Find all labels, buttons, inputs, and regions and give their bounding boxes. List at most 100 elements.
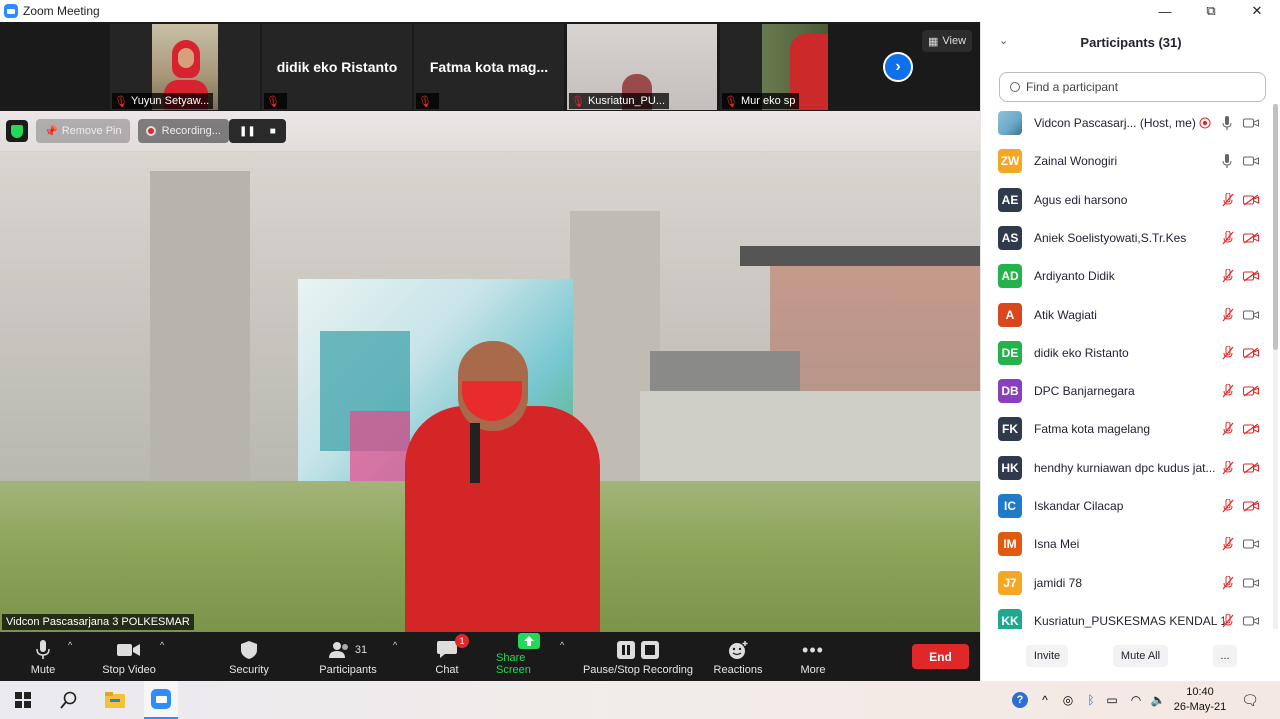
minimize-button[interactable]: — <box>1142 0 1188 22</box>
microphone-muted-icon[interactable] <box>1222 613 1234 628</box>
video-off-icon[interactable] <box>1243 500 1259 512</box>
participant-row[interactable]: AS Aniek Soelistyowati,S.Tr.Kes <box>981 219 1271 257</box>
participants-options-caret[interactable]: ^ <box>393 640 397 650</box>
help-icon[interactable]: ? <box>1010 681 1030 719</box>
video-camera-icon[interactable] <box>1243 538 1259 550</box>
video-off-icon[interactable] <box>1243 385 1259 397</box>
pause-icon[interactable]: ❚❚ <box>239 126 256 137</box>
participant-list-scrollbar[interactable] <box>1273 104 1278 629</box>
panel-more-button[interactable]: ... <box>1213 645 1237 667</box>
security-button[interactable]: Security <box>226 632 272 681</box>
mic-off-icon: 🎙 <box>571 95 585 108</box>
view-button[interactable]: ▦ View <box>922 30 973 52</box>
participant-row[interactable]: Vidcon Pascasarj... (Host, me) <box>981 104 1271 142</box>
microphone-muted-icon[interactable] <box>1222 460 1234 475</box>
participant-row[interactable]: J7 jamidi 78 <box>981 564 1271 602</box>
pin-icon: 📌 <box>44 125 58 138</box>
participant-row[interactable]: ZW Zainal Wonogiri <box>981 142 1271 180</box>
thumbnail-label: 🎙 <box>416 93 439 109</box>
invite-button[interactable]: Invite <box>1026 645 1068 667</box>
participant-name: DPC Banjarnegara <box>1034 384 1135 399</box>
reactions-button[interactable]: Reactions <box>712 632 764 681</box>
mute-button[interactable]: Mute <box>22 632 64 681</box>
video-camera-icon[interactable] <box>1243 615 1259 627</box>
stop-icon[interactable]: ■ <box>270 126 276 137</box>
video-camera-icon[interactable] <box>1243 577 1259 589</box>
microphone-muted-icon[interactable] <box>1222 575 1234 590</box>
share-options-caret[interactable]: ^ <box>560 640 564 650</box>
bluetooth-icon[interactable]: ᛒ <box>1082 681 1100 719</box>
participant-row[interactable]: IM Isna Mei <box>981 525 1271 563</box>
microphone-muted-icon[interactable] <box>1222 422 1234 436</box>
participant-row[interactable]: DE didik eko Ristanto <box>981 334 1271 372</box>
mute-all-button[interactable]: Mute All <box>1113 645 1168 667</box>
participant-list: Vidcon Pascasarj... (Host, me) ZW Zainal W… <box>981 104 1271 629</box>
wifi-icon[interactable]: ◠ <box>1126 681 1146 719</box>
pause-stop-icon <box>617 639 659 661</box>
microphone-icon[interactable] <box>1222 116 1232 130</box>
participant-row[interactable]: FK Fatma kota magelang <box>981 410 1271 448</box>
participant-row[interactable]: DB DPC Banjarnegara <box>981 372 1271 410</box>
chevron-right-icon: › <box>895 58 901 75</box>
file-explorer-icon[interactable] <box>102 681 128 719</box>
video-camera-icon[interactable] <box>1243 117 1259 129</box>
zoom-taskbar-icon[interactable] <box>144 681 178 719</box>
end-meeting-button[interactable]: End <box>912 644 969 669</box>
microphone-muted-icon[interactable] <box>1222 307 1234 322</box>
notification-icon[interactable]: 🗨 <box>1238 681 1262 719</box>
close-button[interactable]: ✕ <box>1234 0 1280 22</box>
next-page-button[interactable]: › <box>883 52 913 82</box>
thumbnail-tile[interactable]: didik eko Ristanto 🎙 <box>262 24 412 110</box>
video-off-icon[interactable] <box>1243 194 1259 206</box>
thumbnail-tile[interactable]: Fatma kota mag... 🎙 <box>414 24 564 110</box>
volume-icon[interactable]: 🔈 <box>1148 681 1168 719</box>
avatar: ZW <box>998 149 1022 174</box>
search-icon[interactable] <box>56 681 82 719</box>
microphone-icon[interactable] <box>1222 154 1232 169</box>
restore-button[interactable]: ⧉ <box>1188 0 1234 22</box>
microphone-muted-icon[interactable] <box>1222 384 1234 398</box>
remove-pin-button[interactable]: 📌 Remove Pin <box>36 119 130 143</box>
participant-row[interactable]: A Atik Wagiati <box>981 296 1271 334</box>
participant-row[interactable]: AE Agus edi harsono <box>981 181 1271 219</box>
windows-start-icon[interactable] <box>10 681 36 719</box>
shield-icon <box>241 639 257 661</box>
microphone-muted-icon[interactable] <box>1222 269 1234 283</box>
stop-video-button[interactable]: Stop Video <box>98 632 160 681</box>
video-off-icon[interactable] <box>1243 270 1259 282</box>
microphone-muted-icon[interactable] <box>1222 230 1234 245</box>
video-off-icon[interactable] <box>1243 423 1259 435</box>
microphone-muted-icon[interactable] <box>1222 537 1234 551</box>
video-camera-icon[interactable] <box>1243 155 1259 167</box>
share-screen-button[interactable]: Share Screen <box>496 632 562 681</box>
pause-stop-recording-button[interactable]: Pause/Stop Recording <box>582 632 694 681</box>
mute-options-caret[interactable]: ^ <box>68 640 72 650</box>
participant-row[interactable]: IC Iskandar Cilacap <box>981 487 1271 525</box>
participant-search-input[interactable]: Find a participant <box>999 72 1266 102</box>
thumbnail-tile[interactable]: 🎙 Mur eko sp <box>720 24 828 110</box>
microphone-muted-icon[interactable] <box>1222 499 1234 513</box>
chat-button[interactable]: 1 Chat <box>430 632 469 681</box>
participants-button[interactable]: 31 Participants <box>316 632 380 681</box>
battery-icon[interactable]: ▭ <box>1102 681 1122 719</box>
microphone-muted-icon[interactable] <box>1222 345 1234 360</box>
thumbnail-tile[interactable]: 🎙 Kusriatun_PU... <box>567 24 717 110</box>
video-camera-icon[interactable] <box>1243 309 1259 321</box>
participant-row[interactable]: KK Kusriatun_PUSKESMAS KENDAL 1 <box>981 602 1271 629</box>
chevron-up-icon[interactable]: ^ <box>1036 681 1054 719</box>
participant-row[interactable]: HK hendhy kurniawan dpc kudus jat... <box>981 449 1271 487</box>
participant-name: Fatma kota magelang <box>1034 422 1151 437</box>
video-off-icon[interactable] <box>1243 232 1259 244</box>
system-clock[interactable]: 10:40 26-May-21 <box>1172 685 1228 715</box>
video-options-caret[interactable]: ^ <box>160 640 164 650</box>
video-off-icon[interactable] <box>1243 347 1259 359</box>
more-button[interactable]: ••• More <box>796 632 830 681</box>
thumbnail-tile[interactable]: 🎙 Yuyun Setyaw... <box>110 24 260 110</box>
meet-now-icon[interactable]: ◎ <box>1058 681 1078 719</box>
mic-off-icon: 🎙 <box>114 95 128 108</box>
video-off-icon[interactable] <box>1243 462 1259 474</box>
meeting-toolbar: Mute ^ Stop Video ^ Security 31 Particip… <box>0 632 980 681</box>
microphone-muted-icon[interactable] <box>1222 192 1234 207</box>
encryption-shield-icon[interactable] <box>6 120 28 142</box>
participant-row[interactable]: AD Ardiyanto Didik <box>981 257 1271 295</box>
